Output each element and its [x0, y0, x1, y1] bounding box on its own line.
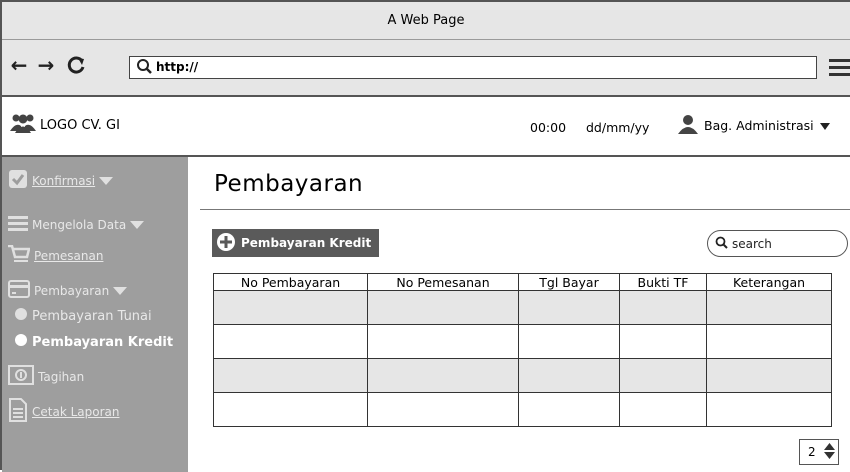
column-header[interactable]: Keterangan — [706, 273, 832, 291]
url-field[interactable]: http:// — [129, 56, 817, 79]
url-text: http:// — [156, 60, 199, 74]
cart-icon — [8, 244, 31, 266]
sidebar-item-label: Konfirmasi — [32, 173, 96, 188]
payment-table: No Pembayaran No Pemesanan Tgl Bayar Buk… — [213, 273, 832, 427]
reload-icon[interactable] — [64, 52, 90, 78]
add-pembayaran-kredit-button[interactable]: Pembayaran Kredit — [212, 229, 380, 257]
stepper-arrows-icon[interactable] — [824, 442, 835, 462]
sidebar-item-label: Pembayaran Tunai — [32, 308, 152, 324]
table-cell — [213, 392, 368, 427]
sidebar-item-mengelola-data[interactable]: Mengelola Data — [8, 215, 145, 234]
window-title: A Web Page — [387, 13, 465, 28]
column-header[interactable]: No Pemesanan — [367, 273, 519, 291]
table-cell — [213, 358, 368, 393]
sidebar-item-tagihan[interactable]: Tagihan — [8, 365, 84, 388]
sidebar-item-pemesanan[interactable]: Pemesanan — [8, 244, 104, 266]
title-divider — [200, 209, 850, 210]
user-icon — [678, 114, 698, 137]
users-icon — [10, 113, 36, 137]
chevron-down-icon — [99, 174, 114, 188]
sidebar-item-label: Pembayaran Kredit — [32, 334, 174, 350]
hamburger-icon — [8, 215, 28, 234]
dot-icon — [14, 333, 28, 351]
chevron-down-icon — [819, 118, 830, 133]
table-cell — [706, 290, 832, 325]
card-icon — [8, 280, 30, 301]
sidebar-item-pembayaran-kredit[interactable]: Pembayaran Kredit — [14, 333, 173, 351]
sidebar-item-pembayaran-tunai[interactable]: Pembayaran Tunai — [14, 307, 152, 325]
table-cell — [367, 358, 519, 393]
sidebar-item-label: Mengelola Data — [32, 217, 127, 232]
table-cell — [706, 324, 832, 359]
table-row[interactable] — [213, 358, 832, 393]
chevron-down-icon — [113, 284, 128, 298]
chevron-down-icon — [130, 218, 145, 232]
dot-icon — [14, 307, 28, 325]
browser-navbar: ← → http:// — [2, 40, 850, 97]
search-icon — [715, 236, 728, 252]
sidebar: Konfirmasi Mengelola Data Pemesanan Pemb… — [2, 157, 188, 472]
page-number: 2 — [808, 445, 816, 459]
page-title: Pembayaran — [214, 171, 364, 197]
column-header[interactable]: Tgl Bayar — [518, 273, 620, 291]
table-cell — [518, 324, 620, 359]
sidebar-item-label: Pemesanan — [34, 248, 104, 263]
browser-window: A Web Page ← → http:// LOGO CV. GI 00:00… — [0, 0, 850, 472]
column-header[interactable]: Bukti TF — [619, 273, 707, 291]
table-cell — [213, 290, 368, 325]
app-header: LOGO CV. GI 00:00 dd/mm/yy Bag. Administ… — [2, 97, 850, 157]
table-header-row: No Pembayaran No Pemesanan Tgl Bayar Buk… — [213, 273, 832, 291]
sidebar-item-konfirmasi[interactable]: Konfirmasi — [8, 169, 114, 192]
table-cell — [619, 358, 707, 393]
bill-icon — [8, 365, 34, 388]
add-button-label: Pembayaran Kredit — [241, 236, 372, 250]
table-row[interactable] — [213, 392, 832, 427]
sidebar-item-pembayaran[interactable]: Pembayaran — [8, 280, 128, 301]
table-cell — [619, 290, 707, 325]
table-cell — [706, 358, 832, 393]
table-row[interactable] — [213, 324, 832, 359]
table-cell — [367, 290, 519, 325]
column-header[interactable]: No Pembayaran — [213, 273, 368, 291]
search-placeholder: search — [732, 236, 772, 251]
document-icon — [8, 398, 28, 425]
forward-arrow-icon[interactable]: → — [35, 52, 57, 78]
clock-time: 00:00 — [530, 120, 567, 135]
table-cell — [518, 392, 620, 427]
main-content: Pembayaran Pembayaran Kredit search No P… — [188, 157, 850, 472]
table-cell — [213, 324, 368, 359]
user-label: Bag. Administrasi — [704, 118, 814, 133]
page-stepper[interactable]: 2 — [799, 439, 839, 465]
search-icon — [136, 58, 153, 81]
table-cell — [619, 392, 707, 427]
logo: LOGO CV. GI — [10, 113, 120, 137]
check-icon — [8, 169, 28, 192]
window-titlebar: A Web Page — [2, 2, 850, 40]
table-cell — [367, 392, 519, 427]
user-menu[interactable]: Bag. Administrasi — [678, 114, 830, 137]
sidebar-item-label: Pembayaran — [34, 283, 110, 298]
back-arrow-icon[interactable]: ← — [8, 52, 30, 78]
sidebar-item-cetak-laporan[interactable]: Cetak Laporan — [8, 398, 119, 425]
table-cell — [706, 392, 832, 427]
plus-circle-icon — [216, 232, 236, 255]
clock-date: dd/mm/yy — [586, 120, 650, 135]
browser-menu-icon[interactable] — [829, 59, 850, 77]
table-cell — [518, 358, 620, 393]
table-cell — [619, 324, 707, 359]
table-cell — [518, 290, 620, 325]
table-cell — [367, 324, 519, 359]
table-row[interactable] — [213, 290, 832, 325]
sidebar-item-label: Tagihan — [38, 369, 85, 384]
search-input[interactable]: search — [707, 230, 848, 257]
sidebar-item-label: Cetak Laporan — [32, 404, 120, 419]
logo-text: LOGO CV. GI — [40, 117, 120, 133]
